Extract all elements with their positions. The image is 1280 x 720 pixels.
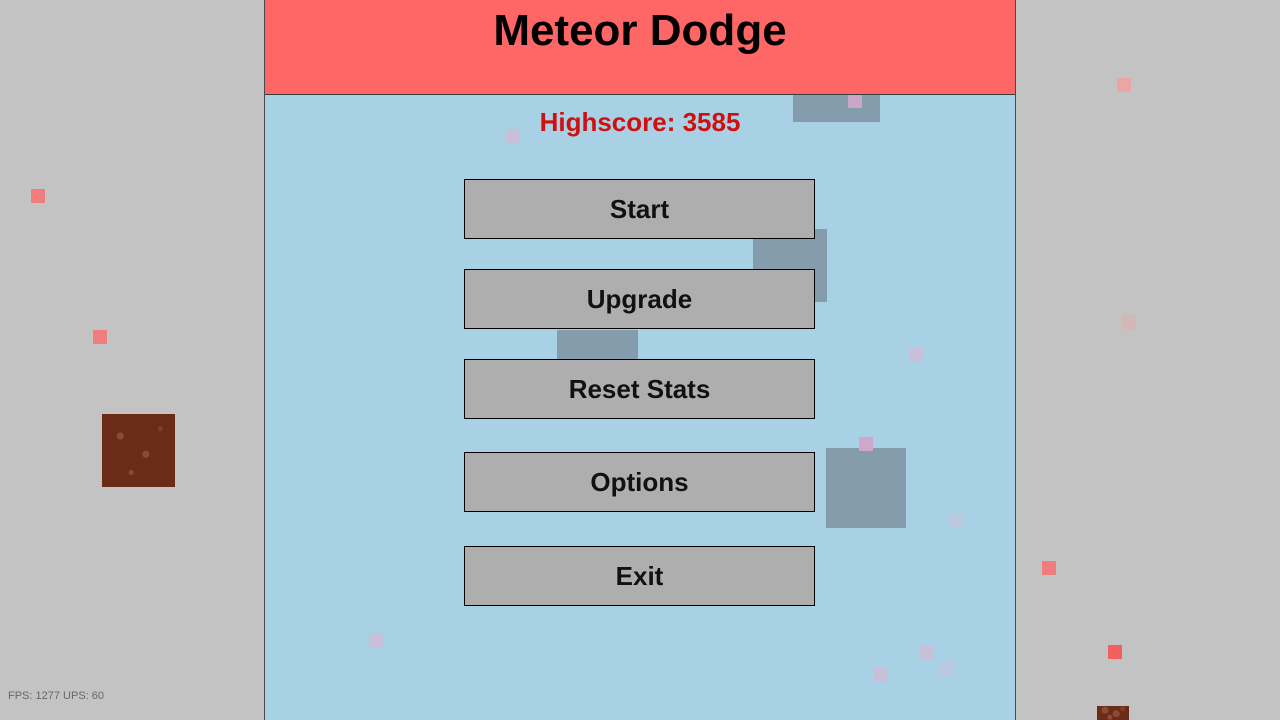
falling-particle [1117, 78, 1131, 92]
falling-particle [859, 437, 873, 451]
falling-particle [1108, 645, 1122, 659]
falling-particle [910, 348, 924, 362]
falling-particle [1042, 561, 1056, 575]
falling-particle [31, 189, 45, 203]
highscore-label: Highscore: 3585 [539, 107, 741, 137]
reset-stats-button[interactable]: Reset Stats [464, 359, 815, 419]
exit-button[interactable]: Exit [464, 546, 815, 606]
falling-particle [949, 514, 963, 528]
options-button[interactable]: Options [464, 452, 815, 512]
rock [557, 330, 638, 360]
game-title: Meteor Dodge [493, 6, 787, 55]
meteor [1097, 706, 1129, 720]
falling-particle [919, 646, 933, 660]
start-button[interactable]: Start [464, 179, 815, 239]
upgrade-button[interactable]: Upgrade [464, 269, 815, 329]
falling-particle [874, 668, 888, 682]
falling-particle [939, 662, 953, 676]
meteor [102, 414, 175, 487]
falling-particle [1122, 315, 1136, 329]
falling-particle [369, 633, 383, 647]
title-bar: Meteor Dodge [265, 0, 1015, 95]
falling-particle [93, 330, 107, 344]
fps-counter: FPS: 1277 UPS: 60 [8, 690, 104, 702]
game-panel: Meteor Dodge Highscore: 3585 Start Upgra… [264, 0, 1016, 720]
rock [826, 448, 906, 528]
